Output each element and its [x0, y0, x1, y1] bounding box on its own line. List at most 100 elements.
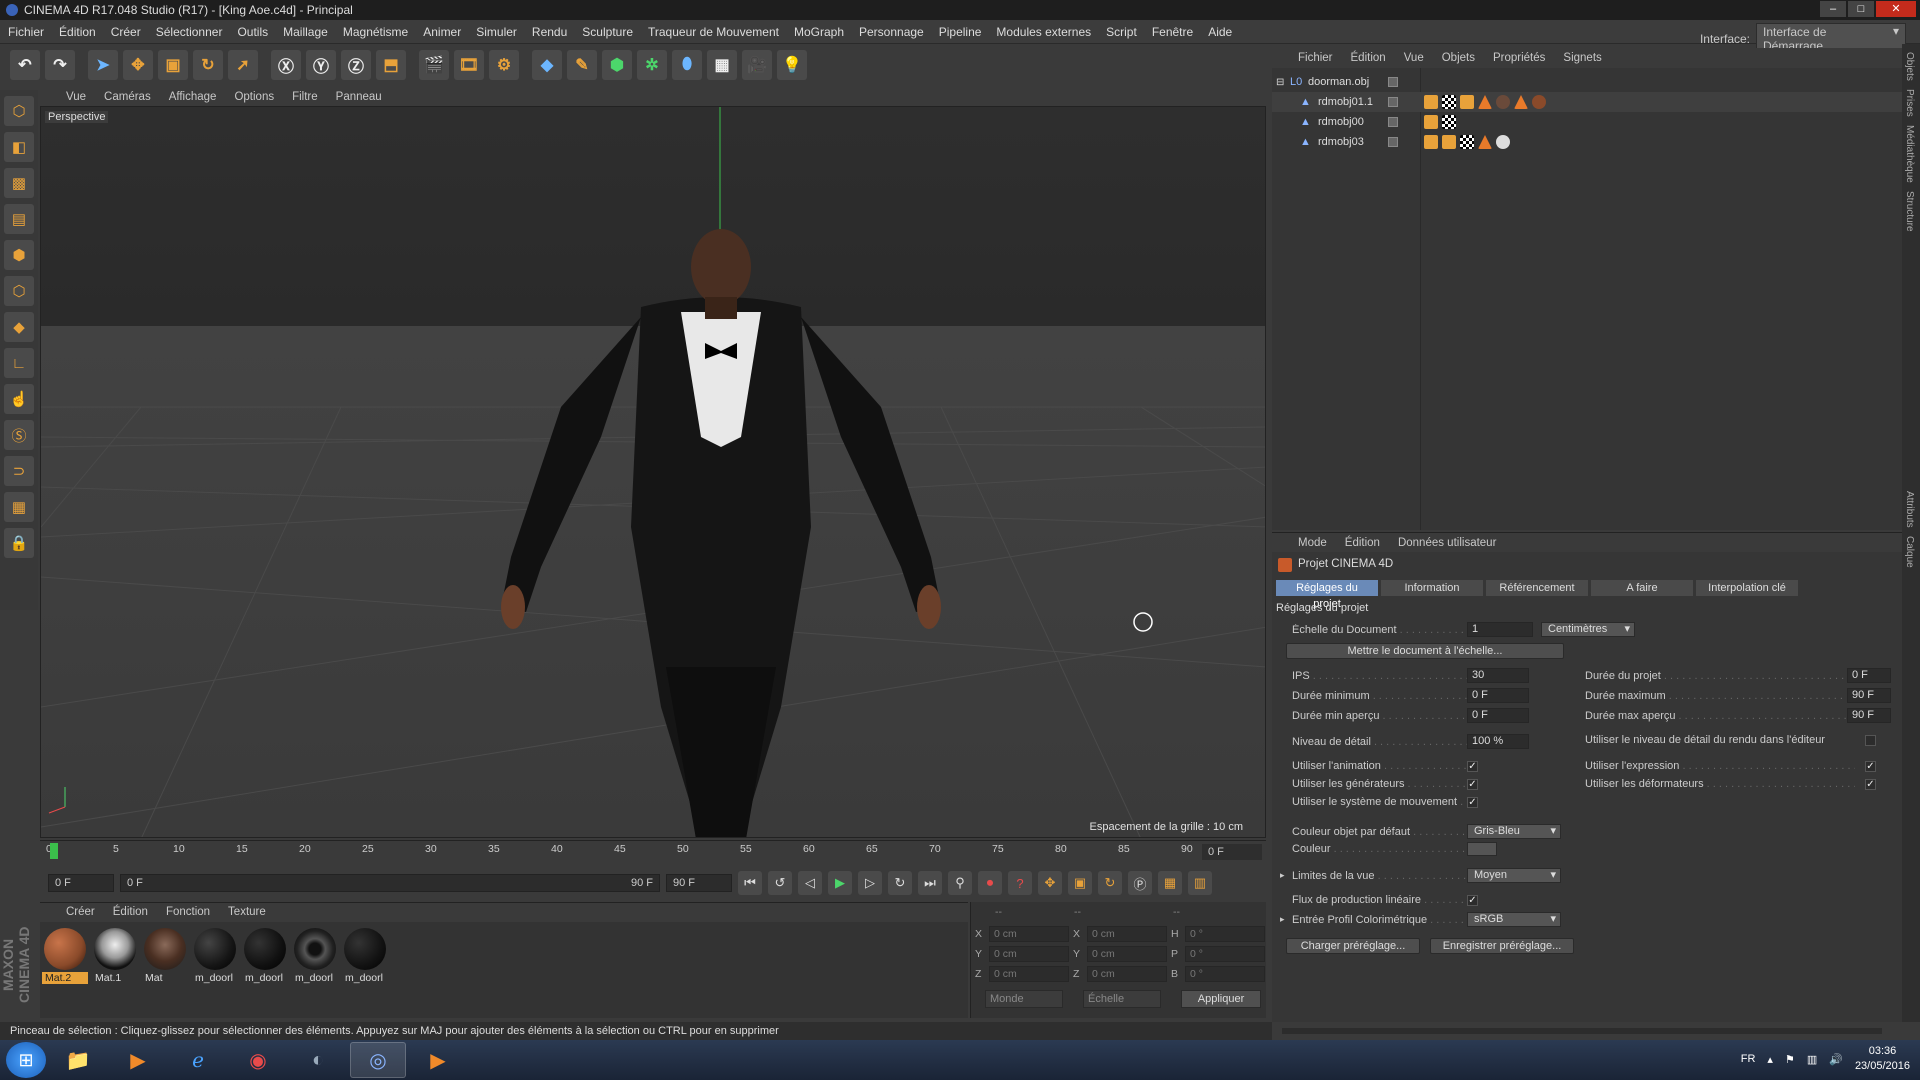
- coord-field[interactable]: 0 cm: [1087, 966, 1167, 982]
- key-scale-icon[interactable]: ▣: [1068, 871, 1092, 895]
- key-pla-icon[interactable]: ▦: [1158, 871, 1182, 895]
- maximize-button[interactable]: □: [1848, 1, 1874, 17]
- file-explorer-icon[interactable]: 📁: [50, 1042, 106, 1078]
- x-axis-icon[interactable]: Ⓧ: [271, 50, 301, 80]
- menu-simuler[interactable]: Simuler: [476, 25, 517, 39]
- workplane-grid-icon[interactable]: ▦: [4, 492, 34, 522]
- linear-workflow-checkbox[interactable]: ✓: [1467, 894, 1478, 906]
- y-axis-icon[interactable]: Ⓨ: [306, 50, 336, 80]
- playhead[interactable]: [50, 843, 58, 859]
- coord-field[interactable]: 0 cm: [989, 926, 1069, 942]
- selection-tag-icon[interactable]: [1460, 95, 1474, 109]
- vp-menu-affichage[interactable]: Affichage: [169, 91, 217, 103]
- side-tab-objects[interactable]: Objets: [1904, 52, 1915, 81]
- polygon-selection-tag-icon[interactable]: [1478, 135, 1492, 149]
- menu-mograph[interactable]: MoGraph: [794, 25, 844, 39]
- max-duration-field[interactable]: 90 F: [1847, 688, 1891, 703]
- make-editable-icon[interactable]: ⬡: [4, 96, 34, 126]
- undo-icon[interactable]: ↶: [10, 50, 40, 80]
- collapse-icon[interactable]: ⊟: [1276, 77, 1284, 88]
- menu-outils[interactable]: Outils: [237, 25, 268, 39]
- use-generators-checkbox[interactable]: ✓: [1467, 778, 1478, 790]
- menu-pipeline[interactable]: Pipeline: [939, 25, 982, 39]
- vp-menu-panneau[interactable]: Panneau: [336, 91, 382, 103]
- material-item[interactable]: Mat.2: [42, 928, 88, 1018]
- play-icon[interactable]: ▶: [828, 871, 852, 895]
- current-frame-field[interactable]: 0 F: [1202, 844, 1262, 860]
- key-position-icon[interactable]: ✥: [1038, 871, 1062, 895]
- side-tab-takes[interactable]: Prises: [1904, 89, 1915, 117]
- side-tab-layer[interactable]: Calque: [1904, 536, 1915, 568]
- attr-menu-mode[interactable]: Mode: [1298, 537, 1327, 549]
- go-to-end-icon[interactable]: ⏭: [918, 871, 942, 895]
- menu-script[interactable]: Script: [1106, 25, 1137, 39]
- material-tag-icon[interactable]: [1532, 95, 1546, 109]
- chrome-icon[interactable]: ◉: [230, 1042, 286, 1078]
- expand-icon[interactable]: ▸: [1280, 914, 1292, 925]
- use-expression-checkbox[interactable]: ✓: [1865, 760, 1876, 772]
- object-row[interactable]: ▲ rdmobj00: [1272, 112, 1902, 132]
- key-parameter-icon[interactable]: Ⓟ: [1128, 871, 1152, 895]
- keyframe-selection-icon[interactable]: ⚲: [948, 871, 972, 895]
- side-tab-attributes[interactable]: Attributs: [1904, 491, 1915, 528]
- material-item[interactable]: m_doorl: [342, 928, 388, 1018]
- start-frame-field[interactable]: 0 F: [48, 874, 114, 892]
- rotate-icon[interactable]: ↻: [193, 50, 223, 80]
- lod-field[interactable]: 100 %: [1467, 734, 1529, 749]
- object-row[interactable]: ⊟ L0 doorman.obj: [1272, 72, 1902, 92]
- side-tab-structure[interactable]: Structure: [1904, 191, 1915, 232]
- axis-mode-icon[interactable]: ∟: [4, 348, 34, 378]
- obj-menu-proprietes[interactable]: Propriétés: [1493, 52, 1545, 64]
- doc-scale-field[interactable]: 1: [1467, 622, 1533, 637]
- internet-explorer-icon[interactable]: ℯ: [170, 1042, 226, 1078]
- apply-button[interactable]: Appliquer: [1181, 990, 1261, 1008]
- live-select-icon[interactable]: ➚: [228, 50, 258, 80]
- render-settings-icon[interactable]: ⚙: [489, 50, 519, 80]
- visibility-toggle[interactable]: [1388, 97, 1398, 107]
- mat-menu-creer[interactable]: Créer: [66, 906, 95, 918]
- world-dropdown[interactable]: Monde: [985, 990, 1063, 1008]
- uvw-tag-icon[interactable]: [1442, 115, 1456, 129]
- use-deformers-checkbox[interactable]: ✓: [1865, 778, 1876, 790]
- side-tab-library[interactable]: Médiathèque: [1904, 125, 1915, 183]
- vp-menu-vue[interactable]: Vue: [66, 91, 86, 103]
- attr-menu-userdata[interactable]: Données utilisateur: [1398, 537, 1496, 549]
- coord-field[interactable]: 0 cm: [989, 966, 1069, 982]
- minimize-button[interactable]: –: [1820, 1, 1846, 17]
- network-icon[interactable]: ▥: [1807, 1053, 1817, 1066]
- mat-menu-texture[interactable]: Texture: [228, 906, 266, 918]
- preview-range-slider[interactable]: 0 F 90 F: [120, 874, 660, 892]
- expand-icon[interactable]: ▸: [1280, 870, 1292, 881]
- min-preview-field[interactable]: 0 F: [1467, 708, 1529, 723]
- phong-tag-icon[interactable]: [1424, 95, 1438, 109]
- obj-menu-objets[interactable]: Objets: [1442, 52, 1475, 64]
- deformer-icon[interactable]: ⬮: [672, 50, 702, 80]
- tab-todo[interactable]: A faire: [1591, 580, 1693, 596]
- coord-field[interactable]: 0 °: [1185, 946, 1265, 962]
- coord-field[interactable]: 0 °: [1185, 926, 1265, 942]
- color-profile-dropdown[interactable]: sRGB: [1467, 912, 1561, 927]
- scale-icon[interactable]: ▣: [158, 50, 188, 80]
- obj-menu-fichier[interactable]: Fichier: [1298, 52, 1333, 64]
- volume-icon[interactable]: 🔊: [1829, 1053, 1843, 1066]
- material-item[interactable]: Mat: [142, 928, 188, 1018]
- menu-fichier[interactable]: Fichier: [8, 25, 44, 39]
- uvw-tag-icon[interactable]: [1442, 95, 1456, 109]
- timeline-window-icon[interactable]: ▥: [1188, 871, 1212, 895]
- render-view-icon[interactable]: 🎬: [419, 50, 449, 80]
- tab-project-settings[interactable]: Réglages du projet: [1276, 580, 1378, 610]
- polygon-selection-tag-icon[interactable]: [1478, 95, 1492, 109]
- object-row[interactable]: ▲ rdmobj01.1: [1272, 92, 1902, 112]
- ips-field[interactable]: 30: [1467, 668, 1529, 683]
- clock[interactable]: 03:36 23/05/2016: [1855, 1044, 1910, 1074]
- material-item[interactable]: m_doorl: [192, 928, 238, 1018]
- menu-edition[interactable]: Édition: [59, 25, 96, 39]
- visibility-toggle[interactable]: [1388, 117, 1398, 127]
- record-icon[interactable]: ⏺: [978, 871, 1002, 895]
- load-preset-button[interactable]: Charger préréglage...: [1286, 938, 1420, 954]
- timeline[interactable]: 0 5 10 15 20 25 30 35 40 45 50 55 60 65 …: [40, 840, 1266, 862]
- menu-sculpture[interactable]: Sculpture: [582, 25, 633, 39]
- object-row[interactable]: ▲ rdmobj03: [1272, 132, 1902, 152]
- cinema4d-taskbar-icon[interactable]: ◎: [350, 1042, 406, 1078]
- default-color-dropdown[interactable]: Gris-Bleu: [1467, 824, 1561, 839]
